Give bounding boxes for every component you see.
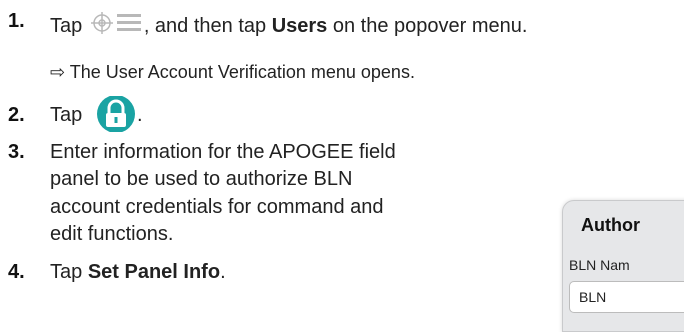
lock-icon (96, 95, 136, 137)
step-4-text: Tap Set Panel Info. (50, 261, 226, 283)
bln-name-label: BLN Nam (569, 257, 630, 273)
step-3-line-1: Enter information for the APOGEE field (50, 141, 396, 163)
step-4-number: 4. (8, 261, 25, 283)
step-3-line-4: edit functions. (50, 223, 174, 245)
menu-icon (90, 10, 142, 42)
step-3-line-3: account credentials for command and (50, 196, 384, 218)
bln-name-input[interactable]: BLN (569, 281, 684, 313)
step-3-line-2: panel to be used to authorize BLN (50, 168, 353, 190)
step-1-text: Tap , and then tap Users on the popover … (50, 10, 527, 42)
dialog-title: Author (581, 215, 640, 235)
users-menu-item-label: Users (271, 15, 328, 37)
step-2-period: . (137, 104, 143, 126)
authorization-dialog: Author BLN Nam BLN (562, 200, 684, 332)
step-2-number: 2. (8, 104, 25, 126)
step-1-number: 1. (8, 10, 25, 32)
step-3-number: 3. (8, 141, 25, 163)
step-1-result: ⇨ The User Account Verification menu ope… (50, 62, 415, 82)
set-panel-info-label: Set Panel Info (87, 261, 221, 283)
step-2-text: Tap (50, 104, 83, 126)
